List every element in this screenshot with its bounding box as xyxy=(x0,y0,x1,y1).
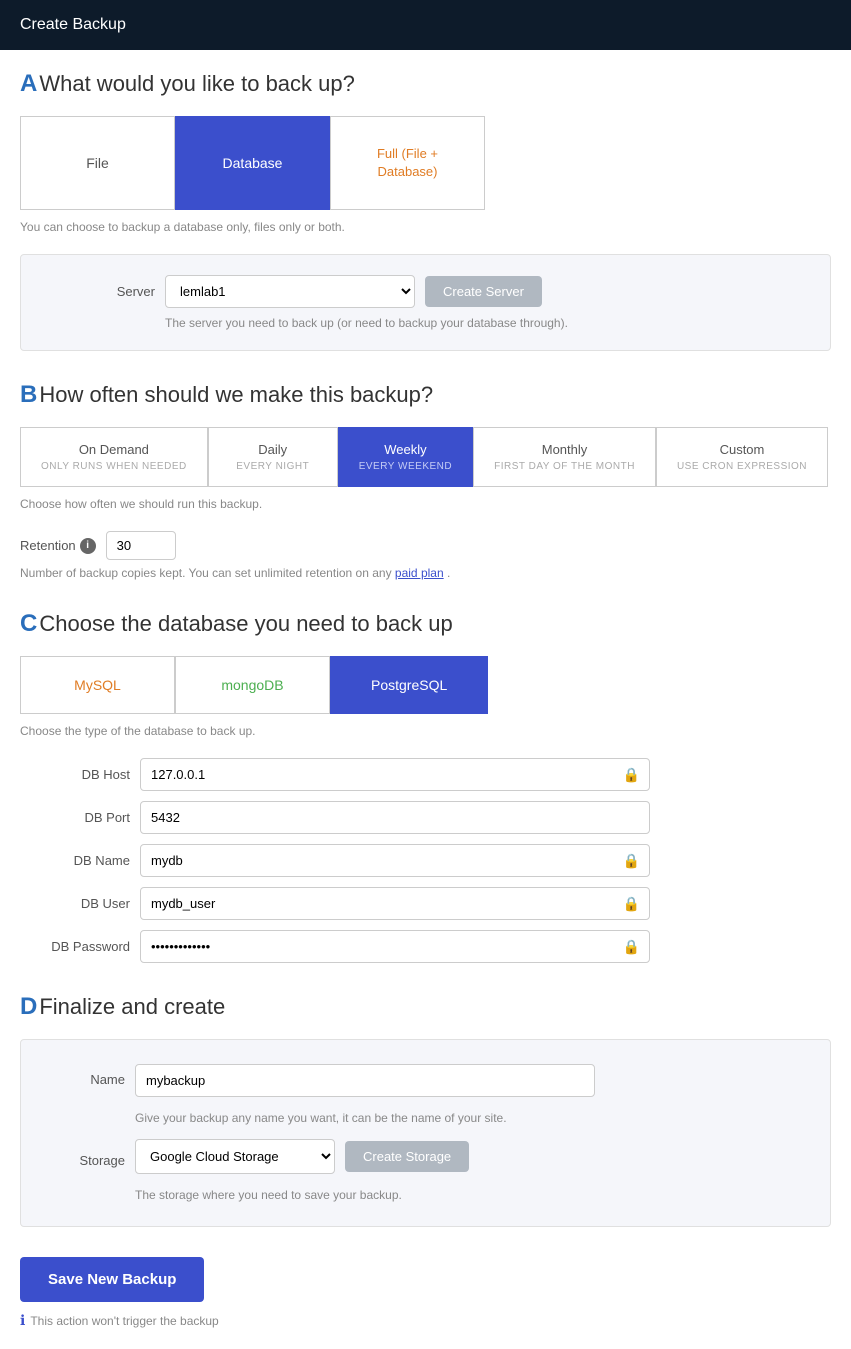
retention-label: Retention i xyxy=(20,538,96,554)
section-c-title: C Choose the database you need to back u… xyxy=(20,610,831,638)
db-user-lock-icon: 🔒 xyxy=(623,895,640,912)
section-a-letter: A xyxy=(20,70,37,98)
backup-type-selector: File Database Full (File +Database) xyxy=(20,116,831,210)
db-port-wrap xyxy=(140,801,650,834)
storage-hint: The storage where you need to save your … xyxy=(135,1188,806,1202)
server-select[interactable]: lemlab1 xyxy=(165,275,415,308)
db-type-mongodb[interactable]: mongoDB xyxy=(175,656,330,714)
db-user-wrap: 🔒 xyxy=(140,887,650,920)
db-host-input[interactable] xyxy=(140,758,650,791)
section-d-letter: D xyxy=(20,993,37,1021)
section-c-heading: Choose the database you need to back up xyxy=(39,611,452,637)
db-user-row: DB User 🔒 xyxy=(20,887,831,920)
create-storage-button[interactable]: Create Storage xyxy=(345,1141,469,1172)
section-c-letter: C xyxy=(20,610,37,638)
section-b-letter: B xyxy=(20,381,37,409)
freq-weekly[interactable]: Weekly Every weekend xyxy=(338,427,473,487)
section-d-title: D Finalize and create xyxy=(20,993,831,1021)
name-input[interactable] xyxy=(135,1064,595,1097)
db-password-wrap: 🔒 xyxy=(140,930,650,963)
db-port-input[interactable] xyxy=(140,801,650,834)
server-row: Server lemlab1 Create Server xyxy=(45,275,806,308)
retention-info-icon[interactable]: i xyxy=(80,538,96,554)
section-a: A What would you like to back up? File D… xyxy=(20,70,831,351)
paid-plan-link[interactable]: paid plan xyxy=(395,566,444,580)
server-hint: The server you need to back up (or need … xyxy=(165,316,806,330)
db-name-lock-icon: 🔒 xyxy=(623,852,640,869)
freq-on-demand[interactable]: On Demand Only runs when needed xyxy=(20,427,208,487)
db-host-lock-icon: 🔒 xyxy=(623,766,640,783)
db-host-label: DB Host xyxy=(20,767,130,782)
server-section: Server lemlab1 Create Server The server … xyxy=(20,254,831,351)
storage-select-wrap: Google Cloud Storage Amazon S3 Local Sto… xyxy=(135,1139,335,1174)
section-d-heading: Finalize and create xyxy=(39,994,225,1020)
db-host-row: DB Host 🔒 xyxy=(20,758,831,791)
save-backup-button[interactable]: Save New Backup xyxy=(20,1257,204,1302)
section-b: B How often should we make this backup? … xyxy=(20,381,831,580)
section-b-title: B How often should we make this backup? xyxy=(20,381,831,409)
db-password-label: DB Password xyxy=(20,939,130,954)
db-user-input[interactable] xyxy=(140,887,650,920)
backup-type-hint: You can choose to backup a database only… xyxy=(20,220,831,234)
db-type-mysql[interactable]: MySQL xyxy=(20,656,175,714)
backup-type-full[interactable]: Full (File +Database) xyxy=(330,116,485,210)
section-b-heading: How often should we make this backup? xyxy=(39,382,433,408)
backup-type-file[interactable]: File xyxy=(20,116,175,210)
db-type-postgresql[interactable]: PostgreSQL xyxy=(330,656,488,714)
db-user-label: DB User xyxy=(20,896,130,911)
name-hint: Give your backup any name you want, it c… xyxy=(135,1111,806,1125)
action-hint-icon: ℹ xyxy=(20,1312,25,1329)
db-port-label: DB Port xyxy=(20,810,130,825)
finalize-section: Name Give your backup any name you want,… xyxy=(20,1039,831,1227)
name-row: Name xyxy=(45,1064,806,1097)
storage-label: Storage xyxy=(45,1145,125,1168)
retention-row: Retention i xyxy=(20,531,831,560)
page-header: Create Backup xyxy=(0,0,851,50)
freq-daily[interactable]: Daily Every night xyxy=(208,427,338,487)
freq-custom[interactable]: Custom Use cron expression xyxy=(656,427,828,487)
create-server-button[interactable]: Create Server xyxy=(425,276,542,307)
section-a-heading: What would you like to back up? xyxy=(39,71,355,97)
retention-hint: Number of backup copies kept. You can se… xyxy=(20,566,831,580)
action-hint: ℹ This action won't trigger the backup xyxy=(20,1312,831,1329)
db-name-wrap: 🔒 xyxy=(140,844,650,877)
db-name-input[interactable] xyxy=(140,844,650,877)
storage-row: Storage Google Cloud Storage Amazon S3 L… xyxy=(45,1139,806,1174)
db-fields: DB Host 🔒 DB Port DB Name 🔒 xyxy=(20,758,831,963)
server-label: Server xyxy=(45,284,155,299)
frequency-selector: On Demand Only runs when needed Daily Ev… xyxy=(20,427,831,487)
db-type-selector: MySQL mongoDB PostgreSQL xyxy=(20,656,831,714)
freq-hint: Choose how often we should run this back… xyxy=(20,497,831,511)
section-d: D Finalize and create Name Give your bac… xyxy=(20,993,831,1227)
db-name-label: DB Name xyxy=(20,853,130,868)
section-a-title: A What would you like to back up? xyxy=(20,70,831,98)
db-host-wrap: 🔒 xyxy=(140,758,650,791)
freq-monthly[interactable]: Monthly First day of the month xyxy=(473,427,656,487)
section-c: C Choose the database you need to back u… xyxy=(20,610,831,963)
retention-input[interactable] xyxy=(106,531,176,560)
db-password-input[interactable] xyxy=(140,930,650,963)
db-name-row: DB Name 🔒 xyxy=(20,844,831,877)
db-password-lock-icon: 🔒 xyxy=(623,938,640,955)
storage-select[interactable]: Google Cloud Storage Amazon S3 Local Sto… xyxy=(135,1139,335,1174)
db-type-hint: Choose the type of the database to back … xyxy=(20,724,831,738)
db-port-row: DB Port xyxy=(20,801,831,834)
name-label: Name xyxy=(45,1064,125,1087)
backup-type-database[interactable]: Database xyxy=(175,116,330,210)
page-title: Create Backup xyxy=(20,16,126,33)
db-password-row: DB Password 🔒 xyxy=(20,930,831,963)
